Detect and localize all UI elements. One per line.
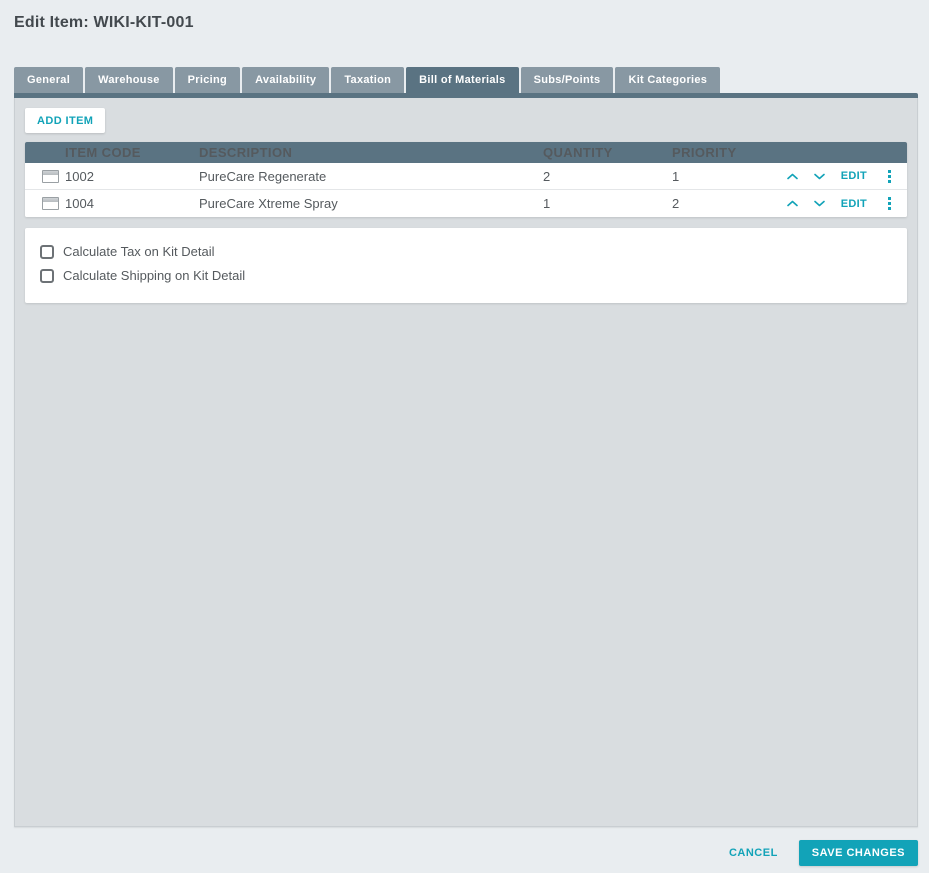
edit-button[interactable]: EDIT bbox=[841, 198, 867, 210]
tab-bill-of-materials[interactable]: Bill of Materials bbox=[406, 67, 518, 93]
calculate-tax-option[interactable]: Calculate Tax on Kit Detail bbox=[40, 244, 892, 259]
kebab-icon bbox=[888, 197, 891, 200]
tab-pricing[interactable]: Pricing bbox=[175, 67, 240, 93]
description-cell: PureCare Regenerate bbox=[199, 169, 543, 184]
move-up-button[interactable] bbox=[779, 194, 806, 214]
tab-taxation[interactable]: Taxation bbox=[331, 67, 404, 93]
edit-item-page: Edit Item: WIKI-KIT-001 General Warehous… bbox=[0, 0, 929, 866]
calculate-tax-label: Calculate Tax on Kit Detail bbox=[63, 244, 215, 259]
item-code-cell: 1004 bbox=[65, 196, 199, 211]
item-code-cell: 1002 bbox=[65, 169, 199, 184]
chevron-up-icon bbox=[787, 173, 798, 180]
bom-table: ITEM CODE DESCRIPTION QUANTITY PRIORITY … bbox=[25, 142, 907, 217]
row-icon-cell bbox=[25, 197, 65, 210]
tab-warehouse[interactable]: Warehouse bbox=[85, 67, 173, 93]
calculate-tax-checkbox[interactable] bbox=[40, 245, 54, 259]
bill-of-materials-panel: ADD ITEM ITEM CODE DESCRIPTION QUANTITY … bbox=[14, 98, 918, 827]
tab-availability[interactable]: Availability bbox=[242, 67, 329, 93]
item-form-icon bbox=[42, 197, 59, 210]
save-changes-button[interactable]: SAVE CHANGES bbox=[799, 840, 918, 866]
row-menu-button[interactable] bbox=[886, 195, 893, 212]
tab-bar: General Warehouse Pricing Availability T… bbox=[14, 67, 918, 93]
row-actions: EDIT bbox=[757, 166, 907, 186]
chevron-up-icon bbox=[787, 200, 798, 207]
description-cell: PureCare Xtreme Spray bbox=[199, 196, 543, 211]
quantity-cell: 2 bbox=[543, 169, 672, 184]
column-header-quantity: QUANTITY bbox=[543, 145, 672, 160]
row-menu-button[interactable] bbox=[886, 168, 893, 185]
kit-options-card: Calculate Tax on Kit Detail Calculate Sh… bbox=[25, 228, 907, 303]
row-icon-cell bbox=[25, 170, 65, 183]
column-header-item-code: ITEM CODE bbox=[65, 145, 199, 160]
quantity-cell: 1 bbox=[543, 196, 672, 211]
tab-subs-points[interactable]: Subs/Points bbox=[521, 67, 614, 93]
table-header-row: ITEM CODE DESCRIPTION QUANTITY PRIORITY bbox=[25, 142, 907, 163]
footer-actions: CANCEL SAVE CHANGES bbox=[14, 840, 918, 866]
edit-button[interactable]: EDIT bbox=[841, 170, 867, 182]
priority-cell: 1 bbox=[672, 169, 757, 184]
priority-cell: 2 bbox=[672, 196, 757, 211]
move-down-button[interactable] bbox=[806, 166, 833, 186]
move-up-button[interactable] bbox=[779, 166, 806, 186]
row-actions: EDIT bbox=[757, 194, 907, 214]
item-form-icon bbox=[42, 170, 59, 183]
chevron-down-icon bbox=[814, 173, 825, 180]
calculate-shipping-checkbox[interactable] bbox=[40, 269, 54, 283]
table-row: 1004 PureCare Xtreme Spray 1 2 EDIT bbox=[25, 190, 907, 217]
move-down-button[interactable] bbox=[806, 194, 833, 214]
add-item-button[interactable]: ADD ITEM bbox=[25, 108, 105, 133]
column-header-priority: PRIORITY bbox=[672, 145, 757, 160]
chevron-down-icon bbox=[814, 200, 825, 207]
column-header-description: DESCRIPTION bbox=[199, 145, 543, 160]
tab-general[interactable]: General bbox=[14, 67, 83, 93]
tab-kit-categories[interactable]: Kit Categories bbox=[615, 67, 720, 93]
calculate-shipping-option[interactable]: Calculate Shipping on Kit Detail bbox=[40, 268, 892, 283]
page-title: Edit Item: WIKI-KIT-001 bbox=[14, 14, 918, 32]
table-row: 1002 PureCare Regenerate 2 1 EDIT bbox=[25, 163, 907, 190]
calculate-shipping-label: Calculate Shipping on Kit Detail bbox=[63, 268, 245, 283]
cancel-button[interactable]: CANCEL bbox=[729, 847, 778, 859]
kebab-icon bbox=[888, 170, 891, 173]
